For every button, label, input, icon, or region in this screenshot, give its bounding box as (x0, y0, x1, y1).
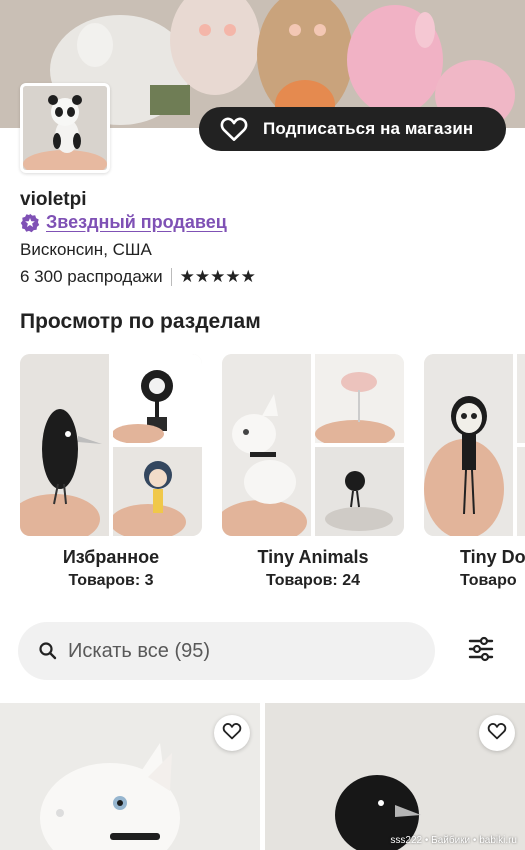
section-title: Избранное (62, 547, 160, 567)
filter-sliders-icon (468, 636, 494, 667)
shop-location: Висконсин, США (20, 240, 152, 259)
sales-count: 6 300 распродажи (20, 267, 163, 286)
section-collage (222, 354, 404, 536)
section-image (110, 447, 202, 536)
shop-sales-rating: 6 300 распродажи ★★★★★ (20, 267, 256, 287)
section-image (222, 354, 311, 536)
section-card-favorites[interactable]: Избранное Товаров: 3 (20, 354, 202, 590)
search-placeholder: Искать все (95) (68, 639, 211, 662)
section-count: Товаров: 24 (265, 572, 360, 589)
heart-icon (222, 722, 242, 745)
favorite-button[interactable] (479, 715, 515, 751)
star-seller-label: Звездный продавец (46, 212, 227, 232)
watermark: sss222 • Байбики • babiki.ru (390, 835, 517, 846)
shop-name: violetpi (20, 189, 87, 210)
star-seller-link[interactable]: Звездный продавец (20, 212, 227, 233)
panda-avatar-image (23, 86, 107, 170)
section-image (315, 447, 404, 536)
section-image (112, 354, 202, 444)
section-count: Товаров: 3 (68, 572, 154, 589)
heart-icon (487, 722, 507, 745)
section-image (424, 354, 513, 536)
section-title: Tiny Do (460, 547, 525, 567)
shop-avatar[interactable] (20, 83, 110, 173)
section-count: Товаро (460, 572, 517, 589)
search-input[interactable]: Искать все (95) (18, 622, 435, 680)
section-collage (424, 354, 525, 536)
section-collage (20, 354, 202, 536)
favorite-button[interactable] (214, 715, 250, 751)
sections-carousel[interactable]: Избранное Товаров: 3 Tiny Animals Товаро… (0, 354, 525, 594)
filter-button[interactable] (463, 634, 499, 668)
section-card-tiny-animals[interactable]: Tiny Animals Товаров: 24 (222, 354, 404, 590)
divider (170, 268, 172, 286)
follow-shop-button[interactable]: Подписаться на магазин (199, 107, 506, 151)
section-card-tiny-dolls[interactable]: Tiny Do Товаро (424, 354, 525, 590)
follow-shop-label: Подписаться на магазин (263, 119, 474, 138)
section-image (315, 354, 404, 448)
section-image (517, 447, 525, 536)
listing-card[interactable] (0, 703, 260, 850)
listing-card[interactable]: sss222 • Байбики • babiki.ru (265, 703, 525, 850)
section-image (20, 354, 109, 536)
section-image (517, 354, 525, 443)
star-seller-badge-icon (20, 213, 40, 233)
heart-icon (219, 115, 251, 143)
rating-stars[interactable]: ★★★★★ (180, 267, 256, 287)
section-title: Tiny Animals (257, 547, 369, 567)
search-icon (38, 641, 58, 661)
sections-heading: Просмотр по разделам (20, 310, 261, 333)
